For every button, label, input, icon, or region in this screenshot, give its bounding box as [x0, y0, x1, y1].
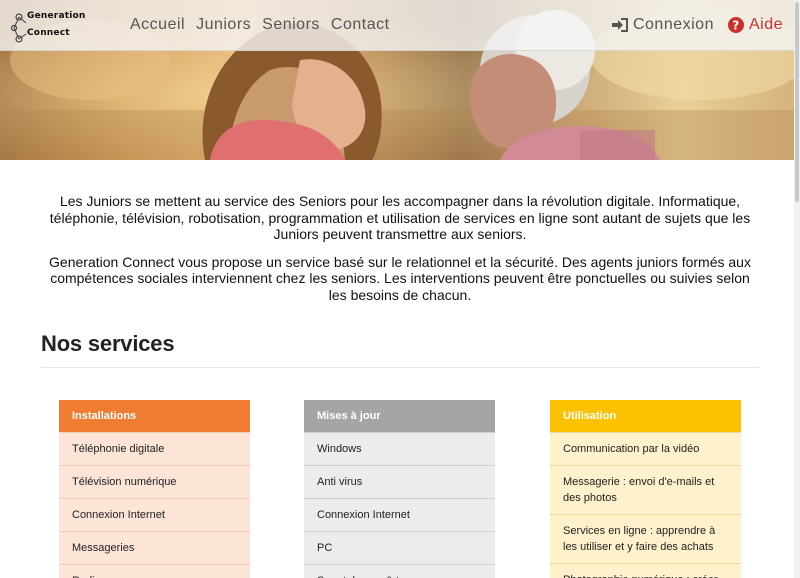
scrollbar-thumb[interactable]: [795, 2, 799, 202]
nav-actions: Connexion ? Aide: [611, 16, 783, 34]
service-item[interactable]: Windows: [304, 432, 495, 465]
section-divider: [41, 367, 759, 368]
nav-link-contact[interactable]: Contact: [331, 16, 390, 34]
nav-link-accueil[interactable]: Accueil: [130, 16, 185, 34]
service-item[interactable]: Smartphones & tours: [304, 564, 495, 578]
service-item[interactable]: Anti virus: [304, 465, 495, 498]
brand-line1: Generation: [27, 11, 86, 21]
help-link[interactable]: ? Aide: [727, 16, 783, 34]
top-navbar: Generation Connect Accueil Juniors Senio…: [0, 0, 800, 51]
nav-link-juniors[interactable]: Juniors: [196, 16, 251, 34]
login-label: Connexion: [632, 16, 714, 33]
help-label: Aide: [748, 16, 783, 33]
brand-line2: Connect: [27, 28, 70, 38]
service-item[interactable]: Téléphonie digitale: [59, 432, 250, 465]
service-item[interactable]: PC: [304, 531, 495, 564]
service-card-mises-a-jour: Mises à jour Windows Anti virus Connexio…: [304, 400, 495, 578]
service-item[interactable]: Photographie numérique : créer: [550, 563, 741, 578]
sign-in-icon: [611, 18, 628, 32]
intro-section: Les Juniors se mettent au service des Se…: [40, 193, 760, 314]
service-item[interactable]: Radio: [59, 564, 250, 578]
service-card-utilisation: Utilisation Communication par la vidéo M…: [550, 400, 741, 578]
service-item[interactable]: Messageries: [59, 531, 250, 564]
svg-text:?: ?: [732, 19, 739, 33]
intro-paragraph-1: Les Juniors se mettent au service des Se…: [49, 193, 751, 242]
service-item[interactable]: Connexion Internet: [59, 498, 250, 531]
service-item[interactable]: Communication par la vidéo: [550, 432, 741, 465]
card-header: Installations: [59, 400, 250, 432]
login-link[interactable]: Connexion: [611, 16, 714, 34]
main-nav: Accueil Juniors Seniors Contact: [130, 16, 390, 34]
service-item[interactable]: Messagerie : envoi d'e-mails et des phot…: [550, 465, 741, 514]
service-card-installations: Installations Téléphonie digitale Télévi…: [59, 400, 250, 578]
service-item[interactable]: Télévision numérique: [59, 465, 250, 498]
intro-paragraph-2: Generation Connect vous propose un servi…: [49, 253, 751, 303]
service-item[interactable]: Services en ligne : apprendre à les util…: [550, 514, 741, 563]
nav-link-seniors[interactable]: Seniors: [262, 16, 320, 34]
service-item[interactable]: Connexion Internet: [304, 498, 495, 531]
question-circle-icon: ?: [727, 17, 744, 33]
brand-logo[interactable]: Generation Connect: [10, 8, 94, 44]
card-header: Mises à jour: [304, 400, 495, 432]
card-header: Utilisation: [550, 400, 741, 432]
services-title: Nos services: [41, 331, 175, 356]
page-scrollbar[interactable]: [794, 0, 800, 578]
